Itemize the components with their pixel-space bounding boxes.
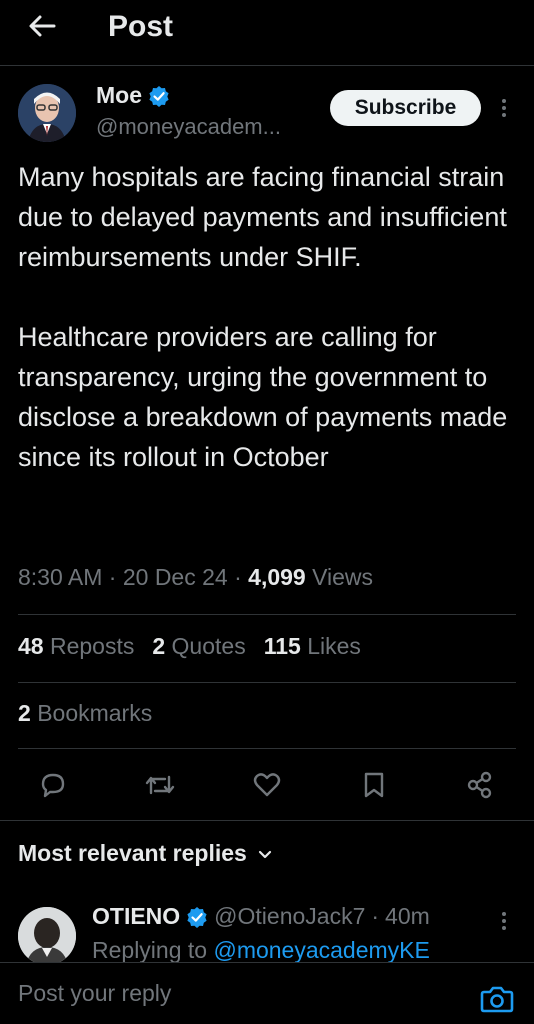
replying-to-mention[interactable]: @moneyacademyKE (213, 937, 429, 963)
views-count: 4,099 (248, 564, 306, 590)
divider (0, 820, 534, 821)
reply-author-handle[interactable]: @OtienoJack7 (214, 903, 365, 930)
share-icon (467, 771, 492, 799)
more-options-icon[interactable] (494, 907, 514, 935)
post-paragraph: Healthcare providers are calling for tra… (18, 322, 508, 472)
quotes-label: Quotes (171, 633, 246, 659)
divider (18, 682, 516, 683)
chevron-down-icon (258, 850, 271, 858)
replying-to-label: Replying to (92, 937, 208, 963)
reply-header: OTIENO @OtienoJack7 · 40m (92, 903, 430, 930)
like-button[interactable] (250, 768, 284, 802)
avatar[interactable] (18, 907, 76, 965)
likes-label: Likes (307, 633, 361, 659)
bookmark-icon (364, 772, 384, 798)
engagement-stats: 48 Reposts 2 Quotes 115 Likes (18, 633, 361, 660)
verified-badge-icon (187, 906, 207, 928)
action-bar (0, 760, 534, 810)
repost-button[interactable] (143, 768, 177, 802)
likes-stat[interactable]: 115 Likes (264, 633, 361, 660)
reply-button[interactable] (36, 768, 70, 802)
reply-item[interactable]: OTIENO @OtienoJack7 · 40m Replying to @m… (0, 895, 534, 965)
likes-count: 115 (263, 633, 301, 659)
reposts-label: Reposts (49, 633, 135, 659)
meta-separator: · (234, 564, 242, 590)
post-meta: 8:30 AM · 20 Dec 24 · 4,099 Views (18, 564, 373, 591)
views-label: Views (312, 564, 374, 590)
camera-icon (480, 986, 514, 1013)
post-time[interactable]: 8:30 AM (18, 564, 102, 590)
verified-badge-icon (149, 85, 169, 107)
reply-input[interactable] (18, 977, 458, 1009)
back-button[interactable] (24, 8, 60, 44)
bookmarks-count: 2 (18, 700, 31, 726)
bookmarks-label: Bookmarks (37, 700, 153, 726)
avatar[interactable] (18, 84, 76, 142)
divider (18, 748, 516, 749)
more-options-icon[interactable] (494, 94, 514, 122)
page-title: Post (108, 10, 174, 43)
post-date[interactable]: 20 Dec 24 (123, 564, 228, 590)
arrow-left-icon (29, 15, 56, 37)
reposts-stat[interactable]: 48 Reposts (18, 633, 134, 660)
replies-sort-dropdown[interactable]: Most relevant replies (18, 840, 273, 867)
quotes-count: 2 (152, 633, 166, 659)
meta-separator: · (108, 564, 117, 590)
post-paragraph: Many hospitals are facing financial stra… (18, 162, 507, 272)
reply-age: 40m (385, 903, 430, 929)
reply-author-name[interactable]: OTIENO (92, 903, 180, 930)
bookmark-button[interactable] (357, 768, 391, 802)
author-handle[interactable]: @moneyacadem... (96, 114, 281, 140)
reposts-count: 48 (18, 633, 44, 659)
replies-sort-label: Most relevant replies (18, 840, 247, 866)
reply-composer (0, 962, 534, 1024)
replying-to: Replying to @moneyacademyKE (92, 937, 430, 964)
repost-icon (145, 775, 175, 795)
share-button[interactable] (463, 768, 497, 802)
avatar-image (18, 84, 76, 142)
camera-button[interactable] (480, 985, 516, 1017)
quotes-stat[interactable]: 2 Quotes (152, 633, 245, 660)
bookmarks-stat[interactable]: 2 Bookmarks (18, 700, 152, 727)
avatar-image (18, 907, 76, 965)
subscribe-button[interactable]: Subscribe (330, 90, 481, 126)
top-bar: Post (0, 0, 534, 66)
meta-separator: · (371, 903, 380, 929)
post-text: Many hospitals are facing financial stra… (18, 157, 518, 477)
divider (18, 614, 516, 615)
author-name-row: Moe (96, 82, 170, 109)
reply-icon (41, 773, 65, 798)
post-author: Moe @moneyacadem... Subscribe (0, 80, 534, 150)
author-name[interactable]: Moe (96, 82, 142, 109)
like-icon (253, 773, 281, 797)
